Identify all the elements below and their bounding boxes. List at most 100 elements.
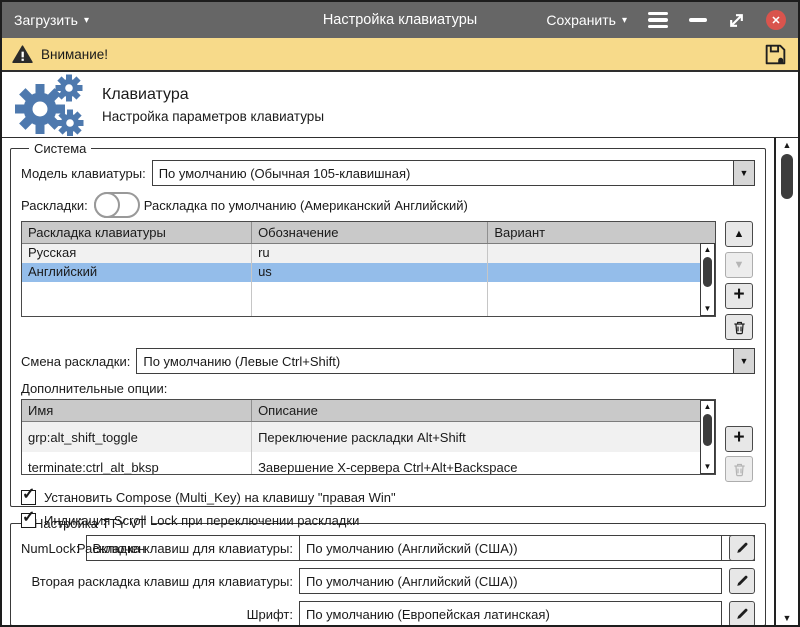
tty-layout-field[interactable]: По умолчанию (Английский (США)) [299,535,722,561]
delete-option-button[interactable] [725,456,753,482]
layout-table-scrollbar[interactable]: ▲ ▼ [700,243,715,316]
compose-checkbox[interactable]: ✓ [21,490,36,505]
switch-layout-row: Смена раскладки: По умолчанию (Левые Ctr… [21,348,755,374]
dropdown-arrow-icon[interactable]: ▼ [733,161,754,185]
scroll-up-icon[interactable]: ▲ [704,244,712,256]
tty-group: Настройка TTY VT Раскладка клавиш для кл… [10,516,766,626]
save-menu-label: Сохранить [546,12,616,28]
expand-icon[interactable] [728,12,745,29]
scrollbar-thumb[interactable] [703,257,712,287]
scroll-down-icon[interactable]: ▼ [704,303,712,315]
table-row[interactable]: Русская ru [22,244,715,263]
dropdown-arrow-icon[interactable]: ▼ [733,349,754,373]
cell-layout: Русская [22,244,252,263]
layout-table: Раскладка клавиатуры Обозначение Вариант… [21,221,716,317]
keyboard-model-select[interactable]: По умолчанию (Обычная 105-клавишная) ▼ [152,160,755,186]
system-group: Система Модель клавиатуры: По умолчанию … [10,141,766,507]
check-icon: ✓ [22,484,35,504]
scroll-lock-checkbox[interactable]: ✓ [21,513,36,528]
scrollbar-thumb[interactable] [703,414,712,446]
scroll-up-icon[interactable]: ▲ [704,401,712,413]
scroll-down-icon[interactable]: ▼ [783,611,792,625]
table-row-empty[interactable] [22,301,715,317]
keyboard-model-value: По умолчанию (Обычная 105-клавишная) [153,161,733,185]
options-table-area: Имя Описание grp:alt_shift_toggle Перекл… [21,399,755,482]
column-header: Вариант [488,222,715,243]
page-subtitle: Настройка параметров клавиатуры [102,109,324,124]
warning-bar: Внимание! [2,38,798,72]
default-layout-text: Раскладка по умолчанию (Американский Анг… [144,198,468,213]
options-table-header: Имя Описание [22,400,715,422]
tty-second-layout-label: Вторая раскладка клавиш для клавиатуры: [21,574,293,589]
warning-icon [12,45,33,64]
table-row-empty[interactable] [22,282,715,301]
up-arrow-icon: ▲ [734,228,745,240]
pencil-icon [735,574,749,588]
check-icon: ✓ [22,507,35,527]
close-button[interactable]: ✕ [766,10,786,30]
scroll-up-icon[interactable]: ▲ [783,138,792,152]
titlebar-actions: Сохранить ▾ ✕ [546,10,798,30]
save-menu-button[interactable]: Сохранить ▾ [546,12,627,28]
tty-second-layout-row: Вторая раскладка клавиш для клавиатуры: … [21,568,755,594]
options-table-buttons: + [725,399,755,482]
layouts-row: Раскладки: Раскладка по умолчанию (Амери… [21,192,755,218]
chevron-down-icon: ▾ [84,15,89,26]
cell-code: us [252,263,488,282]
move-up-button[interactable]: ▲ [725,221,753,247]
plus-icon: + [733,284,744,306]
load-menu-button[interactable]: Загрузить ▾ [14,12,89,28]
edit-tty-second-layout-button[interactable] [729,568,755,594]
extra-options-label: Дополнительные опции: [21,381,755,396]
compose-checkbox-row: ✓ Установить Compose (Multi_Key) на клав… [21,490,755,505]
page-title: Клавиатура [102,86,324,104]
cell-variant [488,244,715,263]
options-table: Имя Описание grp:alt_shift_toggle Перекл… [21,399,716,475]
tty-second-layout-field[interactable]: По умолчанию (Английский (США)) [299,568,722,594]
gears-icon [10,74,88,136]
options-table-scrollbar[interactable]: ▲ ▼ [700,400,715,474]
layout-table-area: Раскладка клавиатуры Обозначение Вариант… [21,221,755,340]
switch-layout-value: По умолчанию (Левые Ctrl+Shift) [137,349,733,373]
pencil-icon [735,607,749,621]
default-layout-toggle[interactable] [94,192,140,218]
module-header-text: Клавиатура Настройка параметров клавиату… [102,86,324,124]
table-row[interactable]: terminate:ctrl_alt_bksp Завершение X-сер… [22,452,715,475]
table-row-selected[interactable]: Английский us [22,263,715,282]
switch-layout-label: Смена раскладки: [21,354,130,369]
edit-tty-layout-button[interactable] [729,535,755,561]
column-header: Имя [22,400,252,421]
edit-tty-font-button[interactable] [729,601,755,627]
keyboard-model-label: Модель клавиатуры: [21,166,146,181]
minimize-button[interactable] [689,18,707,22]
titlebar: Загрузить ▾ Настройка клавиатуры Сохрани… [2,2,798,38]
main-scrollbar[interactable]: ▲ ▼ [774,138,798,625]
switch-layout-select[interactable]: По умолчанию (Левые Ctrl+Shift) ▼ [136,348,755,374]
table-row[interactable]: grp:alt_shift_toggle Переключение раскла… [22,422,715,452]
layout-table-header: Раскладка клавиатуры Обозначение Вариант [22,222,715,244]
add-layout-button[interactable]: + [725,283,753,309]
keyboard-model-row: Модель клавиатуры: По умолчанию (Обычная… [21,160,755,186]
tty-layout-label: Раскладка клавиш для клавиатуры: [21,541,293,556]
save-file-icon[interactable] [763,42,788,67]
cell-option-name: grp:alt_shift_toggle [22,422,252,452]
compose-checkbox-label: Установить Compose (Multi_Key) на клавиш… [44,490,396,505]
trash-icon [732,462,747,477]
warning-text: Внимание! [41,47,108,62]
cell-code: ru [252,244,488,263]
cell-option-name: terminate:ctrl_alt_bksp [22,452,252,475]
close-icon: ✕ [771,14,780,27]
layout-table-buttons: ▲ ▼ + [725,221,755,340]
tty-font-field[interactable]: По умолчанию (Европейская латинская) [299,601,722,627]
tty-font-label: Шрифт: [21,607,293,622]
chevron-down-icon: ▾ [622,15,627,26]
main-scrollbar-thumb[interactable] [781,154,793,199]
cell-variant [488,263,715,282]
delete-layout-button[interactable] [725,314,753,340]
keyboard-settings-window: Загрузить ▾ Настройка клавиатуры Сохрани… [0,0,800,627]
add-option-button[interactable]: + [725,426,753,452]
menu-icon[interactable] [648,12,668,29]
scroll-down-icon[interactable]: ▼ [704,461,712,473]
move-down-button[interactable]: ▼ [725,252,753,278]
pencil-icon [735,541,749,555]
